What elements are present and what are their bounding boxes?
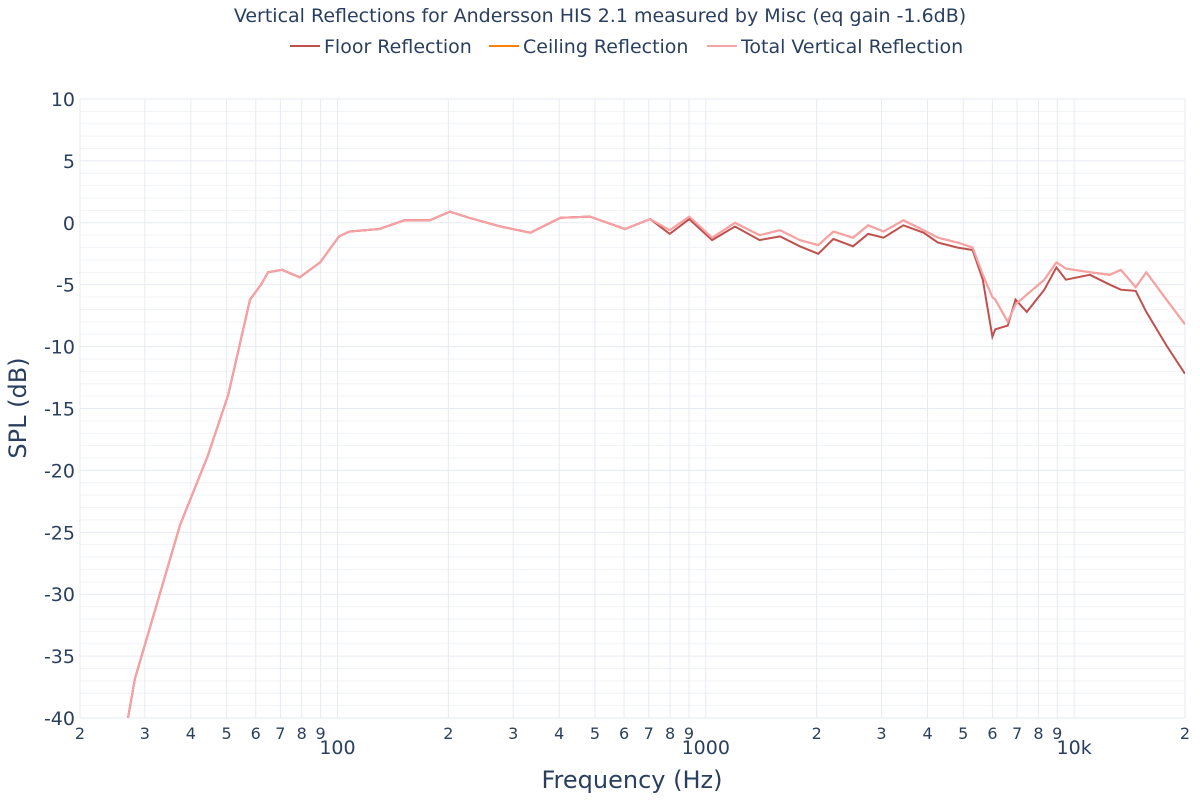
- x-tick-label: 7: [1012, 724, 1022, 743]
- chart-svg: 2 3 4 5 6 7 8 91002 3 4 5 6 7 8 910002 3 4 5 6 7 8 910k21050-…: [4, 5, 1190, 794]
- y-tick-label: -5: [56, 275, 75, 297]
- x-tick-label: 1000: [682, 737, 730, 759]
- x-tick-label: 100: [319, 737, 355, 759]
- grid: [79, 98, 1186, 719]
- x-tick-label: 3: [140, 724, 150, 743]
- legend-label: Total Vertical Reflection: [740, 36, 963, 58]
- y-tick-label: 0: [63, 213, 75, 235]
- legend-label: Ceiling Reflection: [523, 36, 688, 58]
- x-tick-label: 8: [297, 724, 307, 743]
- x-tick-label: 3: [876, 724, 886, 743]
- series-line-total-vertical-reflection: [127, 210, 1185, 718]
- x-tick-label: 5: [590, 724, 600, 743]
- legend: Floor Reflection Ceiling Reflection Total …: [290, 36, 963, 58]
- axis-ticks: 2 3 4 5 6 7 8 91002 3 4 5 6 7 8 910002 3 4 5 6 7 8 910k21050-…: [44, 89, 1190, 759]
- x-tick-label: 5: [221, 724, 231, 743]
- legend-label: Floor Reflection: [324, 36, 472, 58]
- series-line-floor-reflection: [127, 210, 1185, 718]
- chart: 2 3 4 5 6 7 8 9 100 2 3 4 5 6 7 8 9 1000 2 3 4 5 6 7 8 9 10k 2 10 5 0-…: [0, 0, 1200, 800]
- x-tick-label: 6: [619, 724, 629, 743]
- y-tick-label: -20: [44, 460, 75, 482]
- series-line-ceiling-reflection: [127, 210, 1185, 718]
- x-tick-label: 4: [922, 724, 932, 743]
- x-tick-label: 2: [443, 724, 453, 743]
- x-tick-label: 8: [1033, 724, 1043, 743]
- x-tick-label: 5: [958, 724, 968, 743]
- plot-area: [127, 210, 1185, 718]
- y-tick-label: -30: [44, 584, 75, 606]
- y-tick-label: -35: [44, 646, 75, 668]
- x-tick-label: 2: [75, 724, 85, 743]
- y-tick-label: -25: [44, 522, 75, 544]
- x-tick-label: 8: [665, 724, 675, 743]
- x-tick-label: 4: [554, 724, 564, 743]
- y-axis-title: SPL (dB): [4, 357, 32, 458]
- x-tick-label: 7: [275, 724, 285, 743]
- chart-title: Vertical Reflections for Andersson HIS 2…: [234, 5, 966, 27]
- x-tick-label: 2: [812, 724, 822, 743]
- x-tick-label: 7: [644, 724, 654, 743]
- x-tick-label: 3: [508, 724, 518, 743]
- x-axis-title: Frequency (Hz): [542, 766, 723, 794]
- x-tick-label: 6: [251, 724, 261, 743]
- x-tick-label: 10k: [1057, 737, 1092, 759]
- x-tick-label: 4: [186, 724, 196, 743]
- x-tick-label: 2: [1180, 724, 1190, 743]
- y-tick-label: -10: [44, 337, 75, 359]
- y-tick-label: -15: [44, 399, 75, 421]
- y-tick-label: 10: [51, 89, 75, 111]
- y-tick-label: -40: [44, 708, 75, 730]
- x-tick-label: 6: [987, 724, 997, 743]
- y-tick-label: 5: [63, 151, 75, 173]
